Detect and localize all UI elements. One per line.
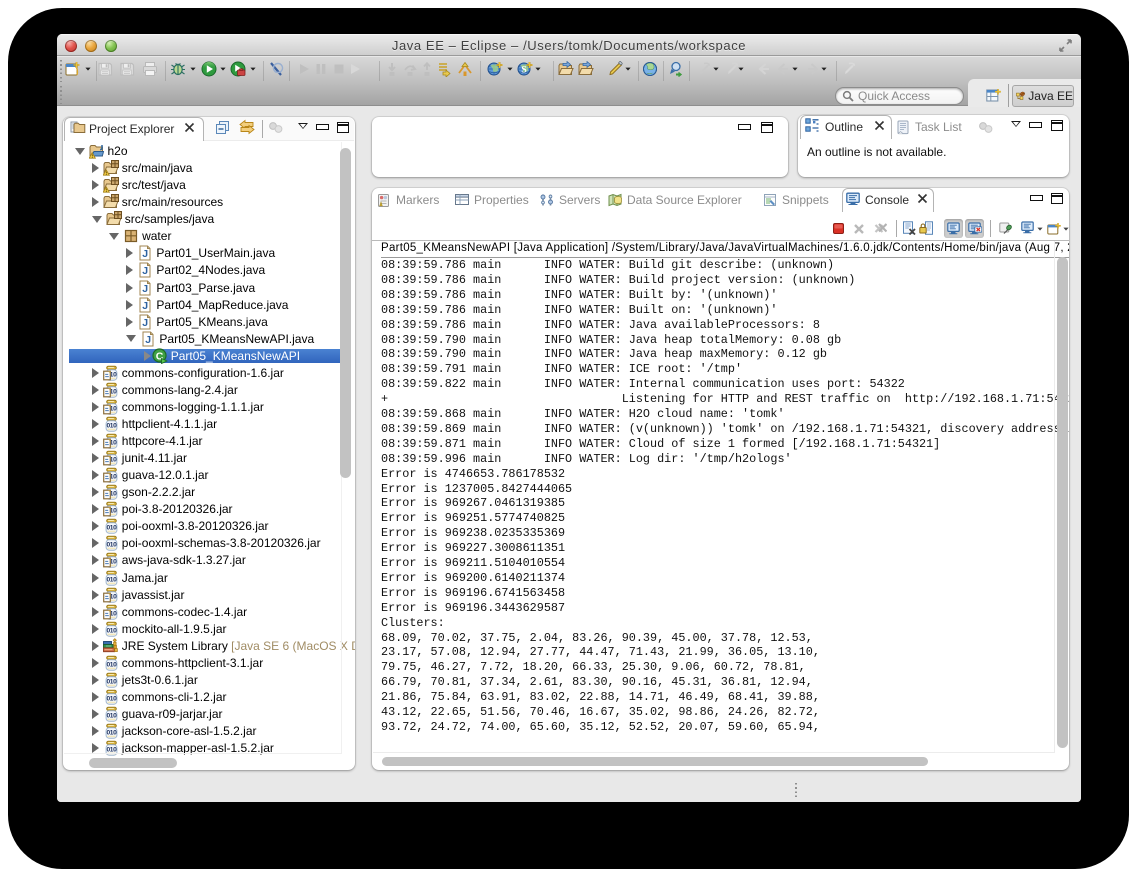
svg-text:010: 010 [106, 713, 117, 720]
svg-text:010: 010 [106, 661, 117, 668]
svg-text:010: 010 [106, 695, 117, 702]
svg-text:J: J [143, 317, 149, 329]
svg-text:010: 010 [106, 678, 117, 685]
svg-text:J: J [143, 283, 149, 295]
svg-text:J: J [143, 248, 149, 260]
svg-text:010: 010 [106, 542, 117, 549]
svg-text:S: S [521, 66, 526, 76]
svg-text:J: J [143, 265, 149, 277]
svg-text:010: 010 [106, 730, 117, 737]
svg-text:010: 010 [106, 525, 117, 532]
svg-text:J: J [146, 334, 152, 346]
svg-text:J: J [143, 300, 149, 312]
svg-text:010: 010 [106, 576, 117, 583]
svg-text:010: 010 [106, 423, 117, 430]
svg-text:010: 010 [106, 627, 117, 634]
